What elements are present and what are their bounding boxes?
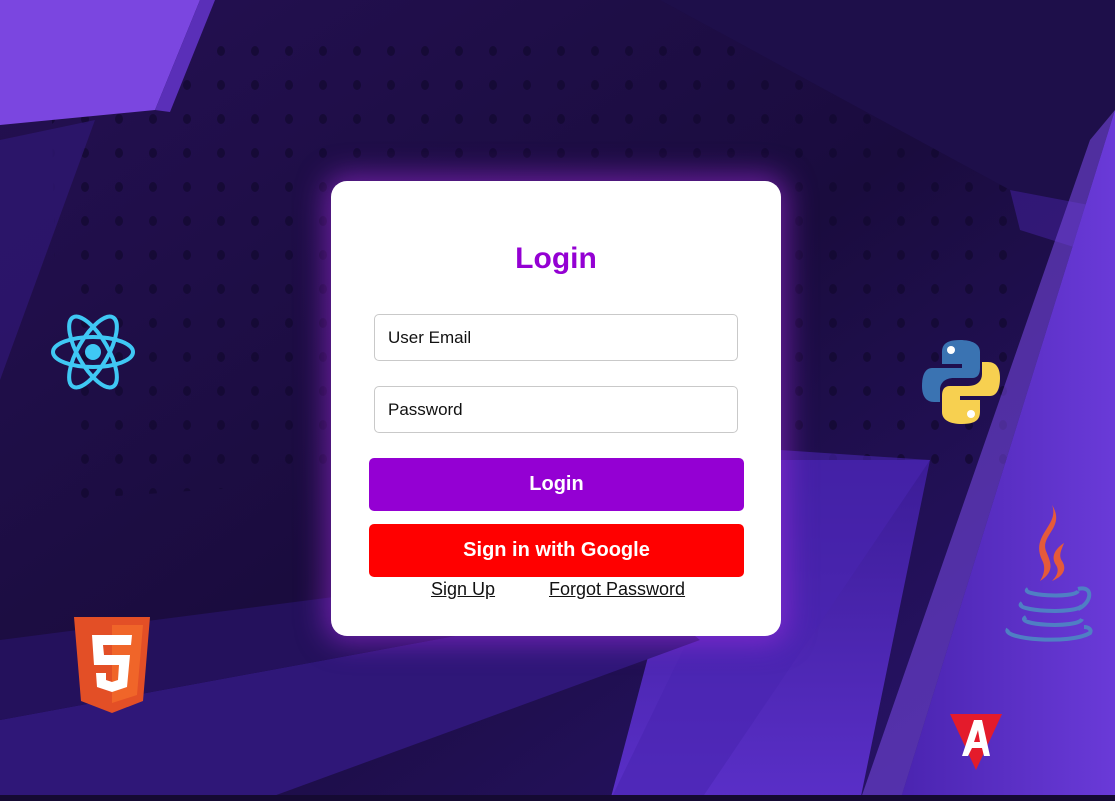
login-title: Login — [515, 242, 597, 275]
python-icon — [922, 340, 1000, 424]
angular-icon — [950, 714, 1002, 770]
forgot-password-link[interactable]: Forgot Password — [549, 578, 685, 600]
java-icon — [1005, 505, 1093, 642]
react-icon — [51, 314, 135, 390]
password-input[interactable] — [374, 386, 738, 433]
login-card: Login Login Sign in with Google Sign Up … — [331, 181, 781, 636]
login-button[interactable]: Login — [369, 458, 744, 511]
signup-link[interactable]: Sign Up — [431, 578, 495, 600]
auth-links: Sign Up Forgot Password — [331, 578, 781, 600]
login-page: Login Login Sign in with Google Sign Up … — [0, 0, 1115, 801]
html5-icon — [74, 617, 150, 713]
email-input[interactable] — [374, 314, 738, 361]
google-signin-button[interactable]: Sign in with Google — [369, 524, 744, 577]
